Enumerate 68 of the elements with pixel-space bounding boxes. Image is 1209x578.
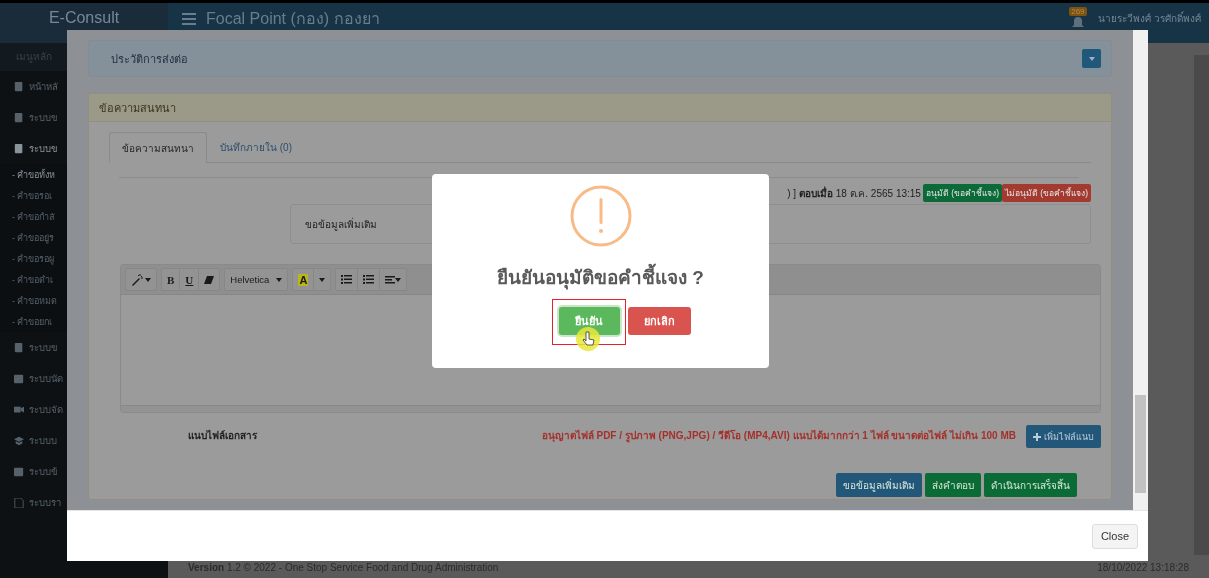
tab[interactable]: ข้อความสนทนา (109, 132, 207, 163)
book-icon (14, 81, 24, 92)
sidebar-item[interactable]: ระบบบ (29, 433, 57, 448)
pointer-hand-icon (574, 326, 601, 352)
status-badge: ไม่อนุมัติ (ขอคำชี้แจง) (1001, 184, 1091, 202)
file-hint: อนุญาตไฟล์ PDF / รูปภาพ (PNG,JPG) / วีดีโอ (MP4,AVI) แนบได้มากกว่า 1 ไฟล์ ขนาดต่อไฟล์ ไม่เกิน 100 MB (540, 428, 1016, 443)
status-badge: อนุมัติ (ขอคำชี้แจง) (922, 184, 1002, 202)
underline-button[interactable]: U (179, 269, 199, 290)
action-button[interactable]: ส่งคำตอบ (925, 473, 981, 497)
numbered-list-icon (363, 275, 375, 284)
sidebar-item[interactable]: - คำขอหมด (12, 293, 58, 308)
sidebar-item[interactable]: - คำขอกำลั (12, 209, 56, 224)
book-icon (14, 143, 24, 154)
add-file-button[interactable]: เพิ่มไฟล์แนบ (1026, 425, 1101, 448)
book-icon (14, 112, 24, 123)
message-text: ขอข้อมูลเพิ่มเติม (305, 216, 377, 232)
book-icon (14, 342, 24, 353)
video-camera-icon (14, 404, 24, 415)
close-button[interactable]: Close (1091, 523, 1138, 549)
exclamation-circle-icon (568, 184, 633, 248)
dialog-title: ยืนยันอนุมัติขอคำชี้แจง ? (497, 262, 704, 292)
app-brand[interactable]: E-Consult (48, 9, 120, 27)
align-left-icon (385, 275, 396, 284)
sidebar-item[interactable]: - คำขอทั้งห (12, 167, 56, 182)
font-dropdown[interactable]: Helvetica (224, 268, 289, 291)
sidebar-item[interactable]: - คำขอยกเ (12, 314, 53, 329)
sidebar-item[interactable]: ระบบจัด (29, 402, 63, 417)
bullet-list-icon (341, 275, 353, 284)
caret-icon (276, 277, 283, 282)
cancel-button[interactable]: ยกเลิก (627, 307, 691, 335)
document-icon (14, 497, 24, 508)
graduation-cap-icon (14, 435, 24, 446)
calendar-icon (14, 466, 24, 477)
tab[interactable]: บันทึกภายใน (0) (207, 132, 305, 162)
sidebar-item[interactable]: ระบบข (29, 110, 57, 125)
caret-icon (395, 277, 402, 282)
panel-title: ข้อความสนทนา (99, 100, 176, 116)
sidebar-item[interactable]: หน้าหลั (29, 79, 58, 94)
plus-icon (1033, 432, 1041, 441)
text-color-button[interactable]: A (293, 269, 314, 290)
eraser-icon (204, 275, 215, 284)
bold-button[interactable]: B (162, 269, 180, 290)
caret-icon (145, 277, 151, 282)
dropdown-toggle-button[interactable] (1082, 49, 1101, 68)
scrollbar[interactable] (1133, 30, 1148, 511)
sidebar-item[interactable]: ระบบข (29, 141, 57, 156)
sidebar-item[interactable]: ระบบรา (29, 495, 61, 510)
user-name[interactable]: นายระวีพงศ์ วรศักดิ์พงศ์ (1098, 13, 1201, 25)
sidebar-item[interactable]: ระบบนัด (29, 371, 63, 386)
sidebar-item[interactable]: - คำขอรอเ (12, 188, 53, 203)
style-button[interactable] (125, 268, 157, 291)
caret-icon (1088, 56, 1095, 61)
menu-icon (182, 12, 196, 25)
confirm-button[interactable]: ยืนยัน (558, 307, 620, 335)
sidebar-item[interactable]: - คำขอรอผู (12, 251, 55, 266)
magic-wand-icon (131, 273, 143, 286)
attachment-label: แนบไฟล์เอกสาร (188, 428, 258, 443)
sidebar-item[interactable]: - คำขออยู่ร (12, 230, 55, 245)
calendar-icon (14, 373, 24, 384)
caret-icon (319, 277, 326, 282)
bell-icon (1072, 17, 1085, 29)
action-button[interactable]: ดำเนินการเสร็จสิ้น (984, 473, 1077, 497)
sidebar-item[interactable]: - คำขอดำเ (12, 272, 54, 287)
action-button[interactable]: ขอข้อมูลเพิ่มเติม (836, 473, 922, 497)
sidebar-item[interactable]: ระบบข (29, 340, 57, 355)
page-title: Focal Point (กอง) กองยา (206, 10, 380, 27)
reply-timestamp: ) ] ตอบเมื่อ 18 ต.ค. 2565 13:15 (787, 185, 921, 201)
sidebar-item[interactable]: ระบบข้ (29, 464, 57, 479)
